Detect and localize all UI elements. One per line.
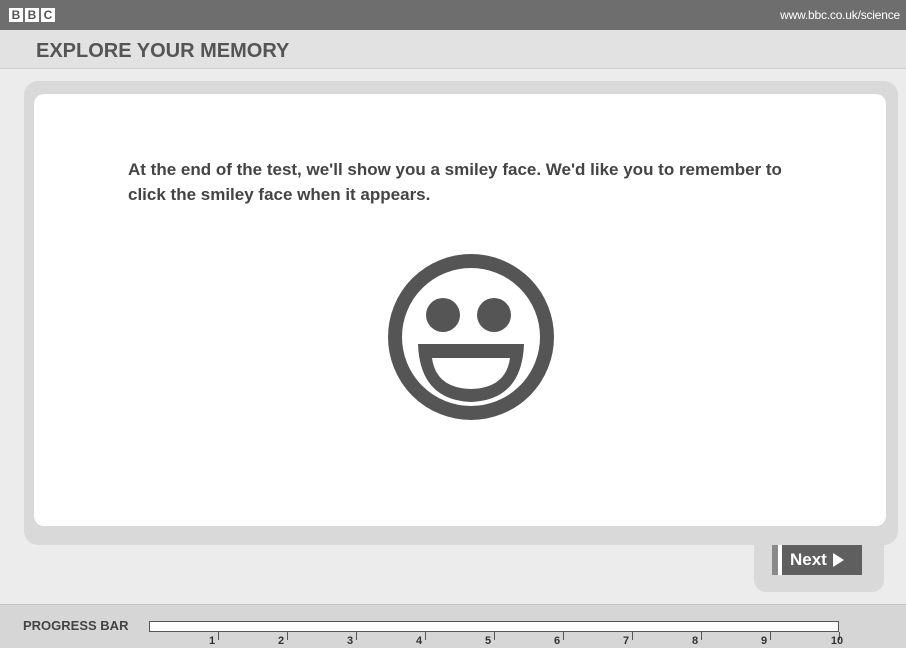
top-bar: B B C www.bbc.co.uk/science [0, 0, 906, 30]
progress-step-label: 3 [346, 635, 354, 647]
progress-tick [562, 632, 564, 640]
progress-tick [286, 632, 288, 640]
progress-tick [217, 632, 219, 640]
progress-tick [355, 632, 357, 640]
bbc-logo[interactable]: B B C [9, 8, 55, 22]
progress-label: PROGRESS BAR [23, 618, 129, 633]
progress-tick [493, 632, 495, 640]
bbc-logo-letter: B [9, 8, 23, 22]
title-bar: EXPLORE YOUR MEMORY [0, 30, 906, 69]
progress-bar [149, 621, 839, 632]
next-button[interactable]: Next [772, 545, 862, 575]
instruction-text: At the end of the test, we'll show you a… [128, 160, 782, 204]
site-url-link[interactable]: www.bbc.co.uk/science [780, 8, 900, 22]
bbc-logo-letter: B [25, 8, 39, 22]
progress-step-label: 6 [553, 635, 561, 647]
progress-step-label: 1 [208, 635, 216, 647]
progress-tick [769, 632, 771, 640]
play-arrow-icon [832, 553, 844, 567]
progress-step-label: 5 [484, 635, 492, 647]
progress-area: PROGRESS BAR 1 2 3 4 5 6 7 8 9 10 [0, 604, 906, 648]
bbc-logo-letter: C [41, 8, 55, 22]
progress-tick [424, 632, 426, 640]
next-label: Next [790, 550, 827, 569]
progress-step-label: 2 [277, 635, 285, 647]
progress-step-label: 10 [830, 635, 844, 647]
page-title: EXPLORE YOUR MEMORY [36, 40, 290, 62]
progress-step-label: 7 [622, 635, 630, 647]
progress-tick [700, 632, 702, 640]
progress-step-label: 8 [691, 635, 699, 647]
progress-step-label: 9 [760, 635, 768, 647]
smiley-face-icon [388, 254, 554, 420]
progress-step-label: 4 [415, 635, 423, 647]
progress-tick [631, 632, 633, 640]
